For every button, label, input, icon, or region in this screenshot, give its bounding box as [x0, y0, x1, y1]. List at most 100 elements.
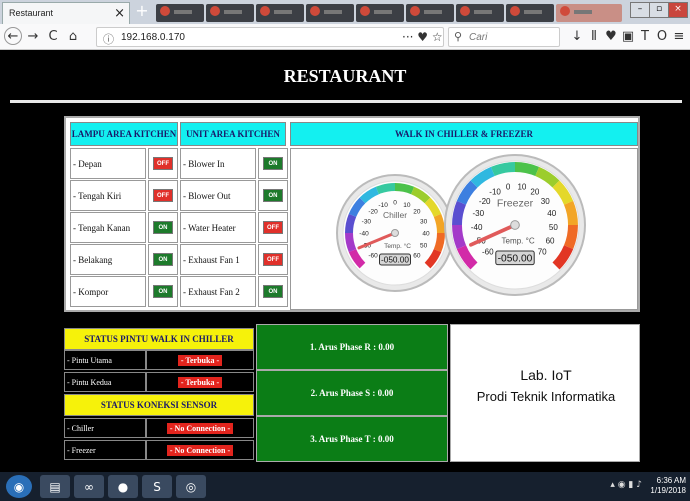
phase-s: 2. Arus Phase S : 0.00 [256, 370, 448, 416]
chiller-gauge-band [394, 183, 415, 195]
lampu-header: LAMPU AREA KITCHEN [70, 122, 178, 146]
unit-toggle-on[interactable]: ON [263, 285, 283, 298]
phase-t: 3. Arus Phase T : 0.00 [256, 416, 448, 462]
chiller-readout-value: -050.00 [381, 256, 409, 265]
sensor-chiller-status: - No Connection - [146, 418, 254, 438]
search-icon: ⚲ [454, 30, 463, 43]
forward-arrow-icon[interactable]: → [26, 29, 40, 45]
chiller-tick-label: 10 [403, 202, 411, 209]
back-arrow-icon[interactable]: ← [4, 27, 22, 45]
unit-toggle-off[interactable]: OFF [263, 253, 283, 266]
system-tray[interactable]: ▴ ◉ ▮ ♪ [610, 480, 642, 490]
lampu-item-label: - Depan [70, 148, 146, 179]
unit-toggle-on[interactable]: ON [263, 189, 283, 202]
title-divider [10, 100, 682, 103]
unit-toggle-on[interactable]: ON [263, 157, 283, 170]
navigation-bar: ← → C ⌂ ⓘ 192.168.0.170 ··· ♥ ☆ ⚲ Cari ↓… [0, 24, 690, 50]
chiller-gauge-band [433, 232, 445, 253]
taskbar: ▴ ◉ ▮ ♪ 6:36 AM 1/19/2018 ◉ ▤ ∞ ● S ◎ [0, 472, 690, 501]
maximize-button[interactable]: ▫ [649, 2, 669, 18]
minimize-button[interactable]: – [630, 2, 650, 18]
background-tab[interactable] [306, 4, 354, 22]
lampu-toggle-off[interactable]: OFF [153, 157, 173, 170]
search-bar[interactable]: ⚲ Cari [448, 27, 560, 47]
clock[interactable]: 6:36 AM 1/19/2018 [650, 476, 686, 496]
firefox-icon[interactable]: ● [108, 475, 138, 498]
freezer-gauge-title: Freezer [497, 197, 534, 209]
chiller-tick-label: -40 [359, 231, 369, 238]
lampu-toggle-off[interactable]: OFF [153, 189, 173, 202]
chiller-gauge-band [433, 213, 445, 234]
unit-toggle-off[interactable]: OFF [263, 221, 283, 234]
tab-close-icon[interactable]: × [114, 6, 125, 21]
download-icon[interactable]: ↓ [570, 29, 584, 45]
shield-icon[interactable]: ♥ [604, 29, 618, 45]
unit-switch-cell: ON [258, 276, 288, 307]
tab-title: Restaurant [9, 8, 54, 18]
url-text[interactable]: 192.168.0.170 [121, 32, 185, 43]
background-tab[interactable] [406, 4, 454, 22]
arduino-icon[interactable]: ∞ [74, 475, 104, 498]
background-tab[interactable] [506, 4, 554, 22]
extension-o-icon[interactable]: O [655, 29, 669, 45]
start-orb-icon[interactable]: ◉ [6, 475, 32, 498]
file-explorer-icon[interactable]: ▤ [40, 475, 70, 498]
lab-name: Lab. IoT [520, 367, 572, 383]
freezer-tick-label: 0 [506, 183, 511, 192]
freezer-tick-label: -40 [471, 223, 483, 232]
chiller-gauge-unit: Temp. °C [384, 242, 411, 250]
page-title: RESTAURANT [283, 66, 407, 86]
chiller-tick-label: 0 [393, 200, 397, 207]
close-window-button[interactable]: × [668, 2, 688, 18]
lampu-toggle-on[interactable]: ON [153, 285, 173, 298]
sublime-icon[interactable]: S [142, 475, 172, 498]
window-controls: – ▫ × [630, 2, 688, 18]
freezer-tick-label: 30 [541, 197, 550, 206]
freezer-tick-label: 70 [538, 248, 547, 257]
lampu-item-label: - Belakang [70, 244, 146, 275]
background-tab[interactable] [456, 4, 504, 22]
chiller-tick-label: -60 [368, 252, 378, 259]
chrome-icon[interactable]: ◎ [176, 475, 206, 498]
search-input[interactable]: Cari [469, 32, 487, 43]
lampu-toggle-on[interactable]: ON [153, 221, 173, 234]
freezer-tick-label: 20 [530, 188, 539, 197]
lampu-item-label: - Tengah Kanan [70, 212, 146, 243]
active-tab[interactable]: Restaurant × [2, 2, 130, 24]
freezer-tick-label: 60 [546, 236, 555, 245]
gauge-area: -60-50-40-30-20-100102030405060ChillerTe… [290, 148, 638, 310]
pintu-utama-label: - Pintu Utama [64, 350, 146, 370]
extension-t-icon[interactable]: T [638, 29, 652, 45]
reload-icon[interactable]: C [46, 29, 60, 45]
lampu-toggle-on[interactable]: ON [153, 253, 173, 266]
background-tab[interactable] [156, 4, 204, 22]
freezer-gauge-band [563, 224, 578, 250]
clock-date: 1/19/2018 [650, 486, 686, 495]
background-tab[interactable] [256, 4, 304, 22]
address-bar[interactable]: ⓘ 192.168.0.170 ··· ♥ ☆ [96, 27, 444, 47]
page-actions-icon[interactable]: ··· ♥ ☆ [402, 30, 443, 44]
background-tab[interactable] [356, 4, 404, 22]
freezer-tick-label: -20 [479, 197, 491, 206]
info-icon[interactable]: ⓘ [103, 31, 114, 47]
unit-item-label: - Blower Out [180, 180, 256, 211]
new-tab-button[interactable]: + [134, 1, 150, 21]
phase-r: 1. Arus Phase R : 0.00 [256, 324, 448, 370]
chiller-gauge-band [345, 232, 357, 253]
temperature-gauges: -60-50-40-30-20-100102030405060ChillerTe… [336, 154, 586, 296]
pintu-kedua-status: - Terbuka - [146, 372, 254, 392]
freezer-gauge-band [563, 200, 578, 226]
background-tab[interactable] [206, 4, 254, 22]
background-tab[interactable] [556, 4, 622, 22]
unit-header: UNIT AREA KITCHEN [180, 122, 286, 146]
library-icon[interactable]: ⫴ [587, 29, 601, 45]
status-badge: - Terbuka - [177, 354, 223, 366]
home-icon[interactable]: ⌂ [66, 29, 80, 45]
status-badge: - Terbuka - [177, 376, 223, 388]
lampu-switch-cell: ON [148, 244, 178, 275]
status-badge: - No Connection - [166, 422, 234, 434]
freezer-gauge-unit: Temp. °C [502, 237, 535, 246]
menu-icon[interactable]: ≡ [672, 29, 686, 45]
chiller-tick-label: 30 [420, 219, 428, 226]
reader-icon[interactable]: ▣ [621, 29, 635, 45]
